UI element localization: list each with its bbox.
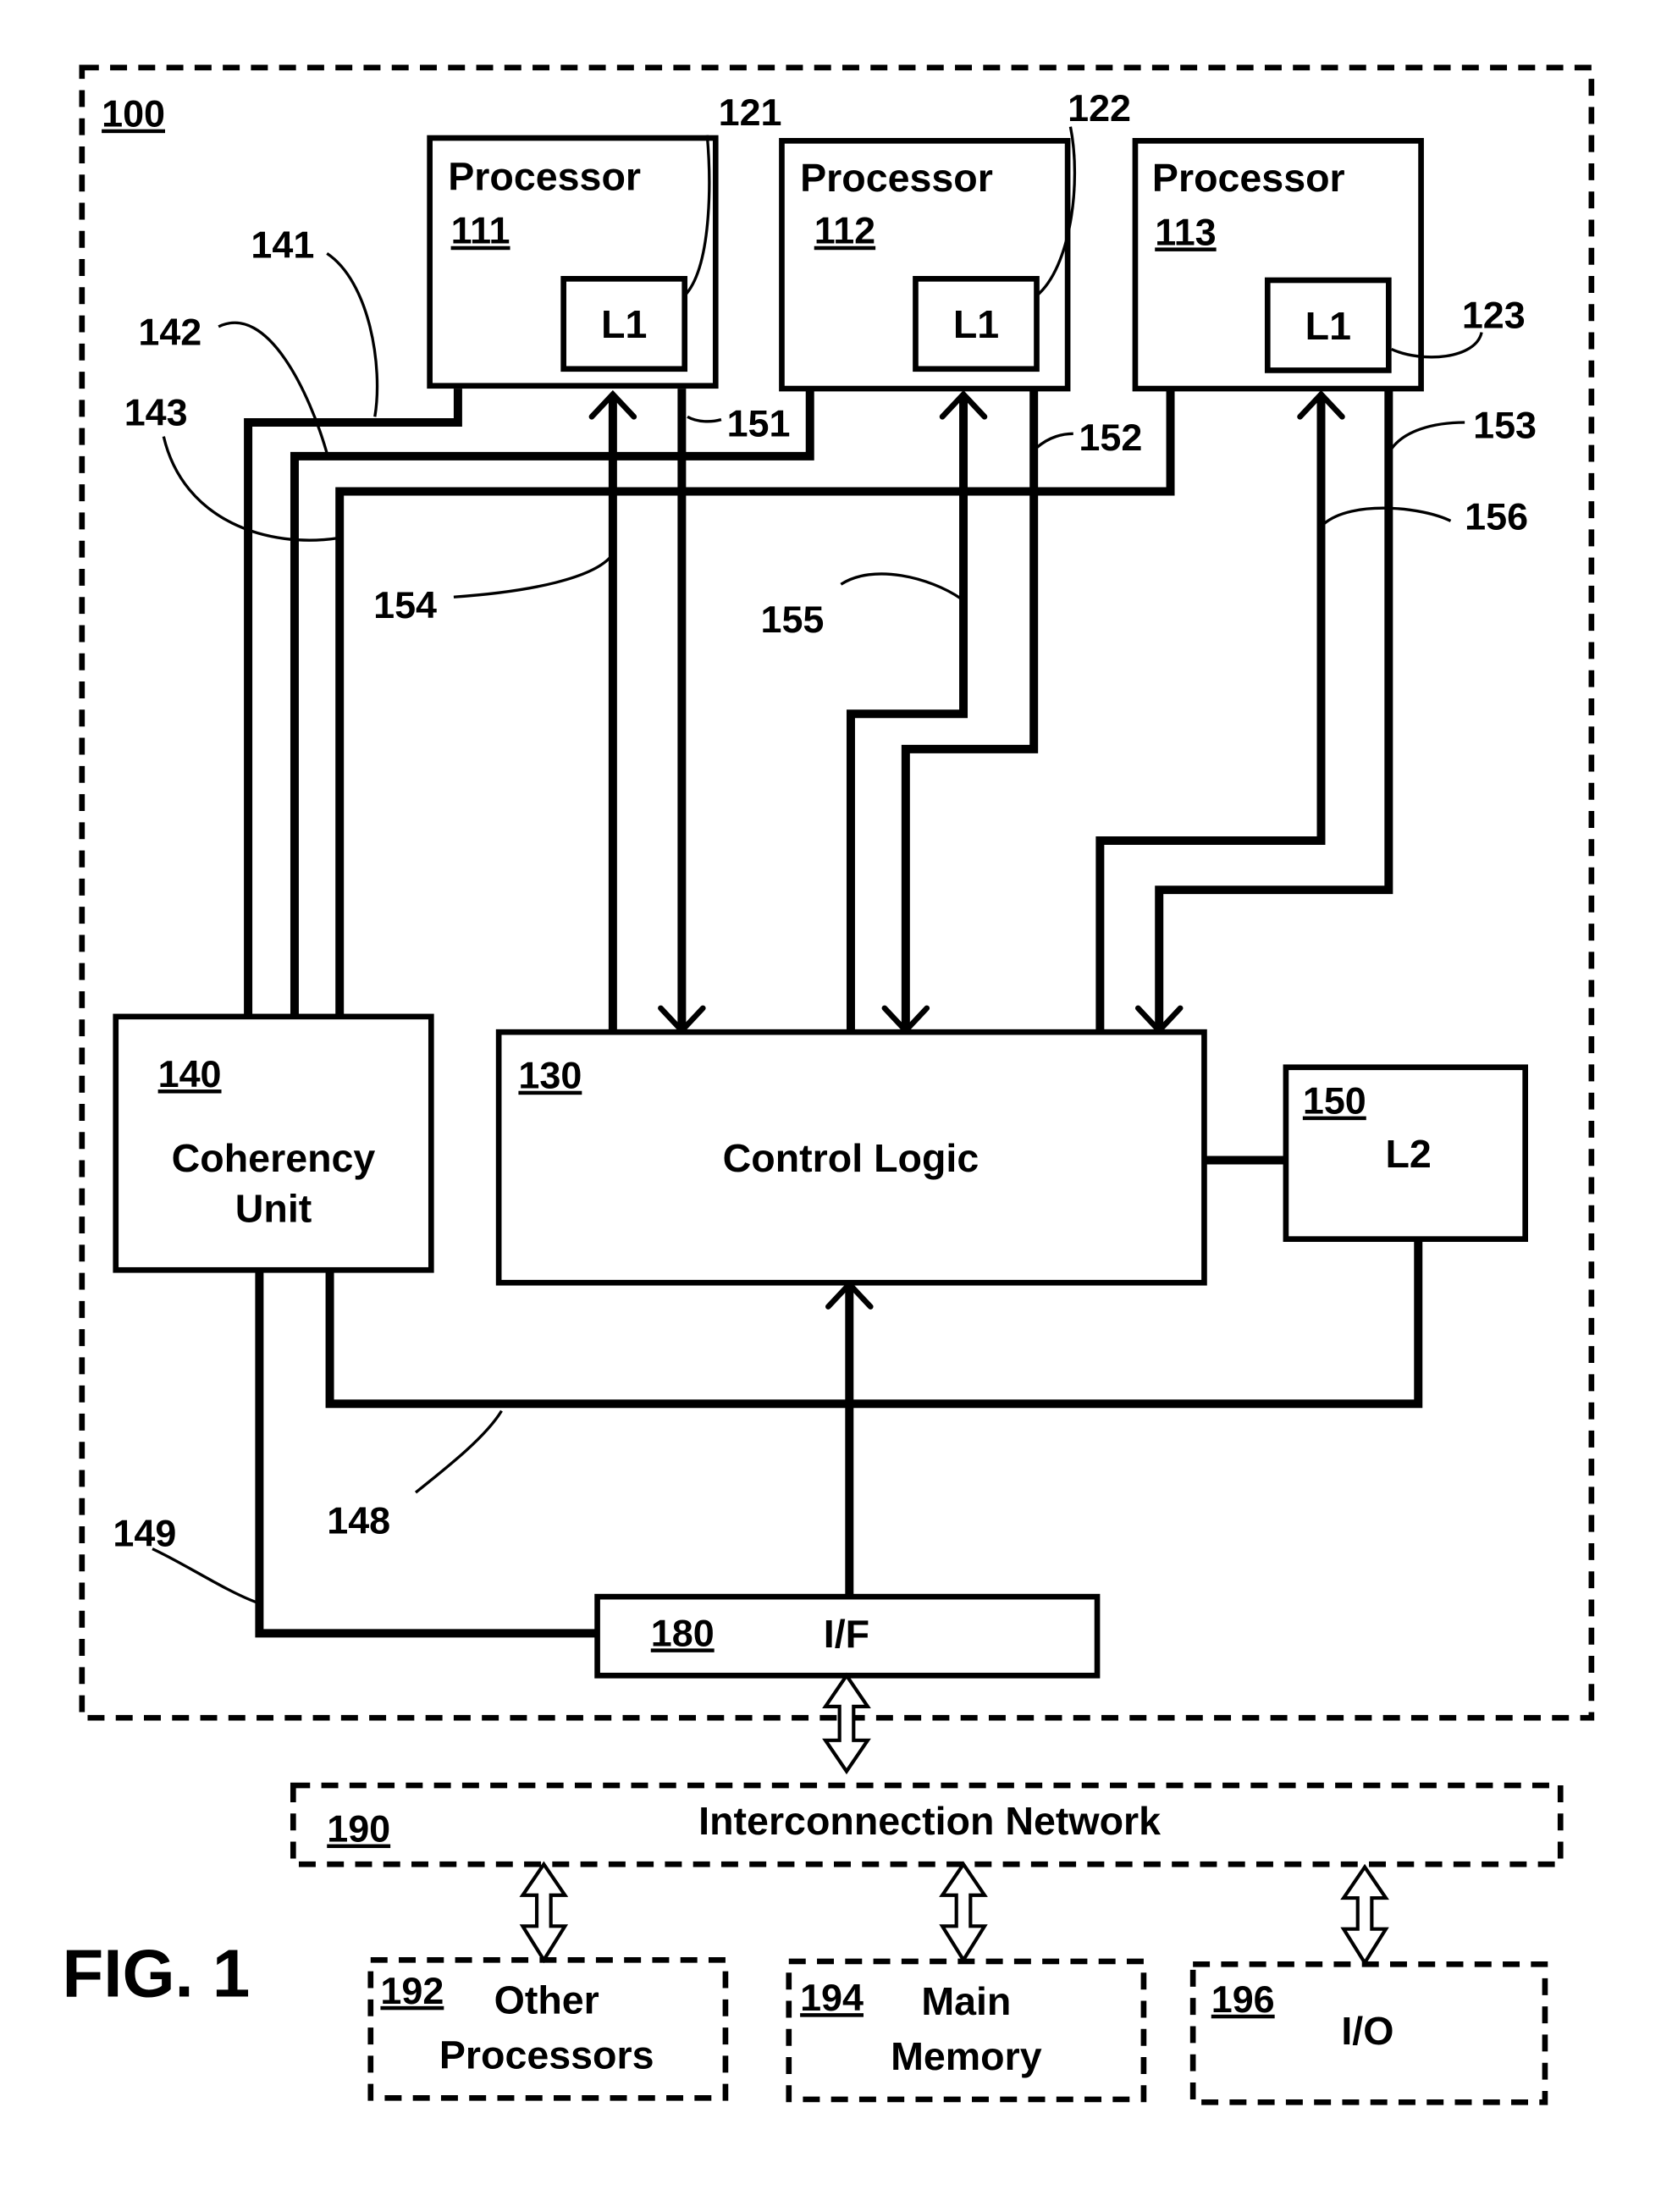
other-processors-ref: 192 xyxy=(380,1969,444,2012)
processor-112-ref: 112 xyxy=(814,209,875,252)
bus-142 xyxy=(290,389,814,1017)
l1-cache-121-label: L1 xyxy=(601,302,647,346)
io-ref: 196 xyxy=(1211,1978,1275,2021)
network-ref: 190 xyxy=(327,1807,390,1851)
interface-180: 180 I/F xyxy=(594,1593,1101,1679)
l1-cache-122-label: L1 xyxy=(953,302,999,346)
io-label: I/O xyxy=(1341,2009,1393,2053)
processor-112: Processor 112 L1 xyxy=(779,138,1071,392)
coherency-unit-label-line1: Coherency xyxy=(172,1136,376,1180)
system-ref-label: 100 xyxy=(102,92,165,135)
io-196: 196 I/O xyxy=(1189,1961,1548,2105)
system-block-diagram: 100 Processor 111 L1 Processor 112 L1 Pr… xyxy=(63,64,1595,2105)
ref-122: 122 xyxy=(1068,86,1131,130)
interface-ref: 180 xyxy=(651,1611,715,1654)
l2-cache-ref: 150 xyxy=(1303,1079,1366,1123)
leader-142 xyxy=(218,321,328,455)
l2-cache-label: L2 xyxy=(1385,1132,1431,1176)
main-memory-line1: Main xyxy=(921,1979,1011,2023)
network-io-double-arrow-icon xyxy=(1340,1863,1389,1967)
bus-143 xyxy=(335,389,1175,1017)
ref-153: 153 xyxy=(1473,403,1537,446)
processor-113: Processor 113 L1 xyxy=(1132,138,1424,392)
main-memory-194: 194 Main Memory xyxy=(786,1958,1147,2103)
processor-113-label: Processor xyxy=(1152,156,1345,200)
l1-cache-123-label: L1 xyxy=(1305,304,1351,348)
bus-149 xyxy=(255,1270,598,1638)
other-processors-192: 192 Other Processors xyxy=(367,1956,729,2101)
network-other-processors-double-arrow-icon xyxy=(519,1861,569,1964)
control-logic-label: Control Logic xyxy=(723,1136,979,1180)
interconnection-network-190: 190 Interconnection Network xyxy=(290,1782,1564,1867)
bus-152 xyxy=(901,389,1039,1029)
leader-149 xyxy=(152,1547,257,1604)
leader-141 xyxy=(326,252,379,417)
processor-113-ref: 113 xyxy=(1155,210,1216,253)
bus-141 xyxy=(244,389,462,1017)
coherency-unit-140: 140 Coherency Unit xyxy=(113,1013,434,1273)
ref-141: 141 xyxy=(251,223,314,266)
control-logic-130: 130 Control Logic xyxy=(495,1029,1207,1286)
ref-155: 155 xyxy=(761,598,825,641)
ref-156: 156 xyxy=(1465,494,1528,538)
ref-151: 151 xyxy=(727,402,791,445)
processor-111-ref: 111 xyxy=(451,209,510,252)
interface-label: I/F xyxy=(824,1612,869,1656)
figure-title: FIG. 1 xyxy=(63,1936,251,2011)
processor-111: Processor 111 L1 xyxy=(427,135,719,389)
bus-153 xyxy=(1155,389,1393,1029)
leader-151 xyxy=(687,415,722,423)
ref-154: 154 xyxy=(373,583,437,626)
if-network-arrow xyxy=(822,1672,871,1775)
ref-143: 143 xyxy=(124,390,188,433)
other-processors-line2: Processors xyxy=(439,2033,654,2077)
coherency-unit-label-line2: Unit xyxy=(235,1187,312,1231)
leader-154 xyxy=(453,556,611,599)
ref-123: 123 xyxy=(1462,294,1526,337)
processor-112-label: Processor xyxy=(800,156,993,200)
leader-148 xyxy=(414,1409,503,1494)
main-memory-line2: Memory xyxy=(891,2034,1042,2078)
processor-111-label: Processor xyxy=(448,155,641,199)
ref-152: 152 xyxy=(1079,416,1142,459)
leader-153 xyxy=(1387,421,1465,455)
ref-149: 149 xyxy=(113,1511,176,1554)
leader-152 xyxy=(1035,432,1073,450)
leader-155 xyxy=(840,572,962,600)
control-logic-ref: 130 xyxy=(518,1054,582,1097)
double-arrow-icon xyxy=(822,1672,871,1775)
coherency-unit-ref: 140 xyxy=(158,1052,222,1095)
l2-cache-150: 150 L2 xyxy=(1283,1064,1528,1243)
ref-142: 142 xyxy=(138,311,201,354)
ref-148: 148 xyxy=(327,1498,390,1542)
main-memory-ref: 194 xyxy=(800,1976,864,2019)
network-main-memory-double-arrow-icon xyxy=(939,1861,988,1964)
other-processors-line1: Other xyxy=(494,1978,599,2022)
network-label: Interconnection Network xyxy=(698,1799,1161,1843)
ref-121: 121 xyxy=(719,91,782,134)
